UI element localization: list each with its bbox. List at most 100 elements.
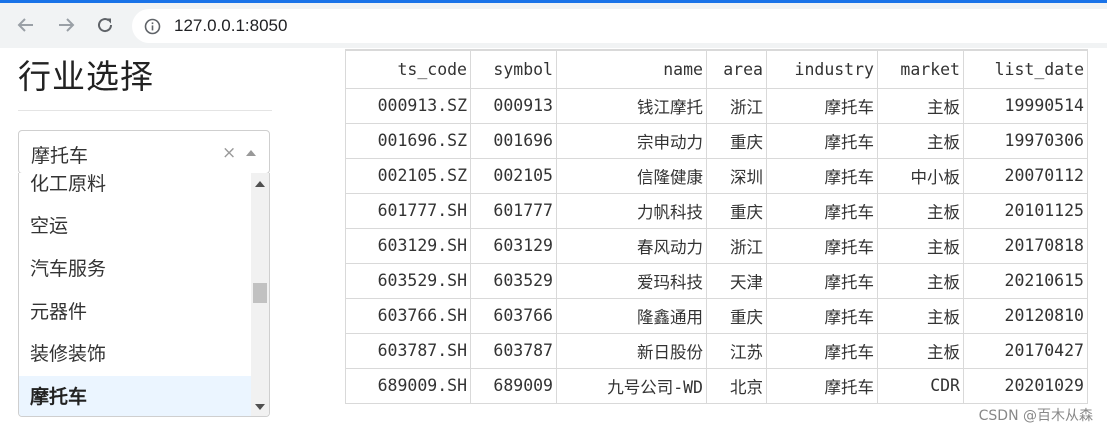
- column-header-name[interactable]: name: [556, 49, 707, 89]
- dropdown-option[interactable]: 装修装饰: [19, 333, 251, 375]
- cell-area[interactable]: 重庆: [706, 122, 767, 159]
- cell-symbol[interactable]: 601777: [470, 192, 557, 229]
- reload-button[interactable]: [91, 11, 119, 39]
- cell-list-date[interactable]: 20201029: [963, 367, 1088, 404]
- cell-area[interactable]: 天津: [706, 262, 767, 299]
- back-button[interactable]: [12, 11, 40, 39]
- table-row: 001696.SZ 001696 宗申动力 重庆 摩托车 主板 19970306: [345, 122, 1088, 159]
- table-row: 603129.SH 603129 春风动力 浙江 摩托车 主板 20170818: [345, 227, 1088, 264]
- cell-ts-code[interactable]: 002105.SZ: [345, 157, 471, 194]
- cell-ts-code[interactable]: 000913.SZ: [345, 87, 471, 124]
- cell-industry[interactable]: 摩托车: [766, 227, 878, 264]
- cell-area[interactable]: 重庆: [706, 297, 767, 334]
- column-header-market[interactable]: market: [877, 49, 964, 89]
- cell-market[interactable]: 主板: [877, 192, 964, 229]
- cell-area[interactable]: 浙江: [706, 87, 767, 124]
- cell-market[interactable]: 主板: [877, 262, 964, 299]
- cell-name[interactable]: 信隆健康: [556, 157, 707, 194]
- cell-industry[interactable]: 摩托车: [766, 157, 878, 194]
- table-row: 000913.SZ 000913 钱江摩托 浙江 摩托车 主板 19990514: [345, 87, 1088, 124]
- cell-area[interactable]: 北京: [706, 367, 767, 404]
- cell-ts-code[interactable]: 689009.SH: [345, 367, 471, 404]
- scroll-up-icon[interactable]: [255, 181, 265, 187]
- cell-name[interactable]: 力帆科技: [556, 192, 707, 229]
- cell-name[interactable]: 隆鑫通用: [556, 297, 707, 334]
- url-text: 127.0.0.1:8050: [174, 16, 288, 35]
- cell-list-date[interactable]: 20070112: [963, 157, 1088, 194]
- cell-market[interactable]: 主板: [877, 87, 964, 124]
- scrollbar-thumb[interactable]: [253, 283, 267, 303]
- cell-symbol[interactable]: 689009: [470, 367, 557, 404]
- cell-name[interactable]: 爱玛科技: [556, 262, 707, 299]
- column-header-industry[interactable]: industry: [766, 49, 878, 89]
- clear-icon[interactable]: ×: [222, 143, 236, 163]
- cell-symbol[interactable]: 603529: [470, 262, 557, 299]
- cell-list-date[interactable]: 20170818: [963, 227, 1088, 264]
- cell-name[interactable]: 钱江摩托: [556, 87, 707, 124]
- cell-name[interactable]: 九号公司-WD: [556, 367, 707, 404]
- dropdown-menu: 化工原料 空运 汽车服务 元器件 装修装饰 摩托车: [18, 173, 270, 417]
- cell-industry[interactable]: 摩托车: [766, 192, 878, 229]
- cell-market[interactable]: CDR: [877, 367, 964, 404]
- cell-industry[interactable]: 摩托车: [766, 262, 878, 299]
- column-header-list-date[interactable]: list_date: [963, 49, 1088, 89]
- cell-ts-code[interactable]: 001696.SZ: [345, 122, 471, 159]
- table-row: 601777.SH 601777 力帆科技 重庆 摩托车 主板 20101125: [345, 192, 1088, 229]
- cell-market[interactable]: 主板: [877, 297, 964, 334]
- cell-symbol[interactable]: 603766: [470, 297, 557, 334]
- cell-industry[interactable]: 摩托车: [766, 332, 878, 369]
- cell-list-date[interactable]: 20101125: [963, 192, 1088, 229]
- dropdown-option[interactable]: 空运: [19, 205, 251, 247]
- cell-name[interactable]: 宗申动力: [556, 122, 707, 159]
- cell-list-date[interactable]: 20170427: [963, 332, 1088, 369]
- cell-symbol[interactable]: 000913: [470, 87, 557, 124]
- cell-symbol[interactable]: 603787: [470, 332, 557, 369]
- cell-ts-code[interactable]: 603529.SH: [345, 262, 471, 299]
- scroll-down-icon[interactable]: [255, 404, 265, 410]
- cell-area[interactable]: 江苏: [706, 332, 767, 369]
- table-header-row: ts_code symbol name area industry market…: [345, 49, 1088, 89]
- arrow-left-icon: [17, 18, 33, 32]
- cell-area[interactable]: 重庆: [706, 192, 767, 229]
- cell-ts-code[interactable]: 603129.SH: [345, 227, 471, 264]
- watermark: CSDN @百木从森: [978, 408, 1093, 424]
- browser-toolbar: 127.0.0.1:8050: [0, 0, 1107, 48]
- cell-ts-code[interactable]: 603787.SH: [345, 332, 471, 369]
- cell-symbol[interactable]: 603129: [470, 227, 557, 264]
- dropdown-option[interactable]: 汽车服务: [19, 248, 251, 290]
- column-header-symbol[interactable]: symbol: [470, 49, 557, 89]
- forward-button[interactable]: [52, 11, 80, 39]
- info-icon[interactable]: [144, 18, 161, 39]
- chevron-up-icon[interactable]: [246, 150, 256, 156]
- cell-ts-code[interactable]: 601777.SH: [345, 192, 471, 229]
- industry-dropdown[interactable]: 摩托车 ×: [18, 130, 270, 174]
- cell-market[interactable]: 中小板: [877, 157, 964, 194]
- cell-name[interactable]: 新日股份: [556, 332, 707, 369]
- cell-symbol[interactable]: 002105: [470, 157, 557, 194]
- cell-name[interactable]: 春风动力: [556, 227, 707, 264]
- address-bar[interactable]: 127.0.0.1:8050: [132, 9, 1107, 43]
- cell-list-date[interactable]: 20120810: [963, 297, 1088, 334]
- cell-industry[interactable]: 摩托车: [766, 297, 878, 334]
- cell-industry[interactable]: 摩托车: [766, 87, 878, 124]
- page-title: 行业选择: [18, 57, 154, 96]
- cell-market[interactable]: 主板: [877, 332, 964, 369]
- cell-list-date[interactable]: 19990514: [963, 87, 1088, 124]
- dropdown-option[interactable]: 元器件: [19, 291, 251, 333]
- cell-area[interactable]: 浙江: [706, 227, 767, 264]
- dropdown-option-selected[interactable]: 摩托车: [19, 376, 251, 416]
- cell-symbol[interactable]: 001696: [470, 122, 557, 159]
- column-header-area[interactable]: area: [706, 49, 767, 89]
- cell-ts-code[interactable]: 603766.SH: [345, 297, 471, 334]
- cell-market[interactable]: 主板: [877, 227, 964, 264]
- cell-market[interactable]: 主板: [877, 122, 964, 159]
- table-row: 689009.SH 689009 九号公司-WD 北京 摩托车 CDR 2020…: [345, 367, 1088, 404]
- dropdown-scrollbar[interactable]: [251, 173, 269, 416]
- cell-list-date[interactable]: 20210615: [963, 262, 1088, 299]
- cell-area[interactable]: 深圳: [706, 157, 767, 194]
- cell-list-date[interactable]: 19970306: [963, 122, 1088, 159]
- column-header-ts-code[interactable]: ts_code: [345, 49, 471, 89]
- dropdown-option[interactable]: 化工原料: [19, 173, 251, 205]
- cell-industry[interactable]: 摩托车: [766, 367, 878, 404]
- cell-industry[interactable]: 摩托车: [766, 122, 878, 159]
